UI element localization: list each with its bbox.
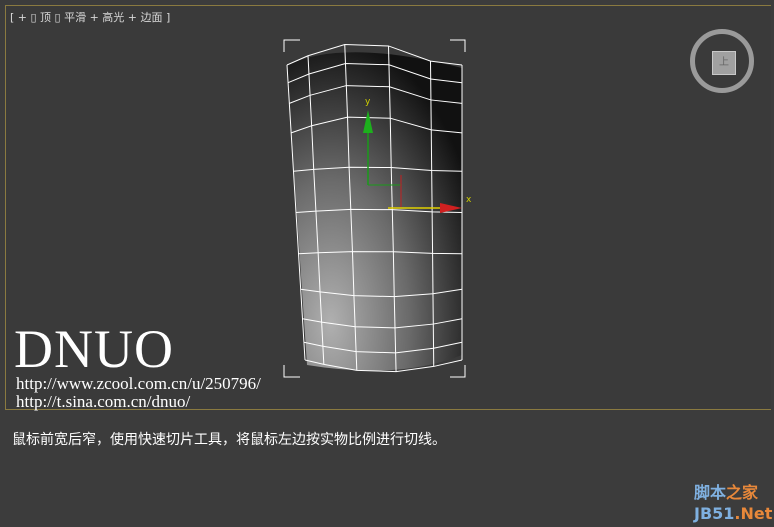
zcool-url: http://www.zcool.com.cn/u/250796/ (16, 374, 261, 393)
sina-url: http://t.sina.com.cn/dnuo/ (16, 392, 191, 411)
axis-x-label: x (466, 195, 472, 205)
axis-y-label: y (365, 97, 371, 107)
viewcube-top-face[interactable]: 上 (712, 51, 736, 75)
caption-text: 鼠标前宽后窄，使用快速切片工具，将鼠标左边按实物比例进行切线。 (12, 432, 446, 448)
viewcube[interactable]: 上 (690, 29, 754, 93)
logo-text: DNUO (14, 319, 174, 379)
watermark: 脚本之家 JB51.Net (694, 483, 773, 523)
